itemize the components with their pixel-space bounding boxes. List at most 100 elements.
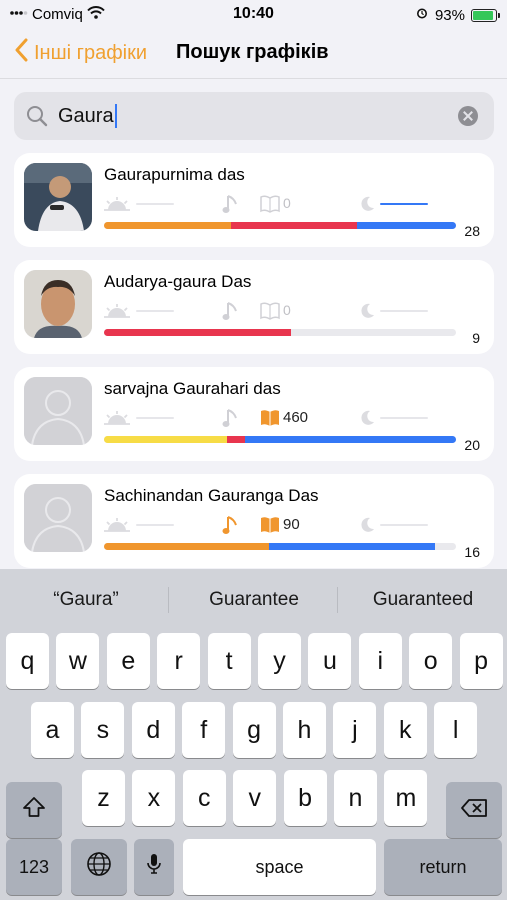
progress-bar — [104, 222, 456, 229]
dash-placeholder — [136, 524, 174, 526]
status-bar: Comviq 10:40 93% — [0, 0, 507, 30]
key-j[interactable]: j — [333, 702, 377, 758]
key-k[interactable]: k — [383, 702, 427, 758]
result-name: Gaurapurnima das — [104, 165, 245, 184]
book-icon — [260, 302, 280, 325]
numbers-key[interactable]: 123 — [6, 839, 62, 895]
globe-key[interactable] — [71, 839, 127, 895]
dash-placeholder — [136, 417, 174, 419]
result-name: Sachinandan Gauranga Das — [104, 486, 319, 505]
music-note-icon — [222, 514, 240, 541]
key-l[interactable]: l — [434, 702, 478, 758]
search-field[interactable]: Gaura — [14, 92, 494, 140]
book-count: 0 — [283, 302, 291, 318]
dash-placeholder — [136, 203, 174, 205]
key-f[interactable]: f — [182, 702, 226, 758]
key-u[interactable]: u — [308, 633, 352, 689]
sunrise-icon — [104, 517, 130, 538]
book-count: 0 — [283, 195, 291, 211]
clear-icon[interactable] — [458, 106, 478, 126]
key-z[interactable]: z — [82, 770, 125, 826]
back-button[interactable]: Інші графіки — [14, 38, 147, 68]
dash-placeholder — [380, 417, 428, 419]
music-note-icon — [222, 407, 240, 434]
progress-segment — [104, 543, 270, 550]
key-o[interactable]: o — [409, 633, 453, 689]
suggestion-bar: “Gaura” Guarantee Guaranteed — [0, 569, 507, 631]
suggestion-item[interactable]: Guaranteed — [343, 589, 503, 611]
key-e[interactable]: e — [106, 633, 150, 689]
suggestion-divider — [168, 587, 169, 613]
key-q[interactable]: q — [6, 633, 49, 689]
key-g[interactable]: g — [232, 702, 276, 758]
suggestion-item[interactable]: “Gaura” — [6, 589, 166, 611]
total-count: 9 — [472, 330, 480, 346]
stats-row: 90 — [104, 514, 484, 536]
key-b[interactable]: b — [283, 770, 327, 826]
progress-bar — [104, 329, 456, 336]
sunrise-icon — [104, 303, 130, 324]
result-card[interactable]: Gaurapurnima das 0 28 — [14, 153, 494, 247]
page-title: Пошук графіків — [176, 41, 329, 63]
globe-icon — [86, 851, 112, 884]
music-note-icon — [222, 193, 240, 220]
suggestion-item[interactable]: Guarantee — [174, 589, 334, 611]
keyboard: “Gaura” Guarantee Guaranteed qwertyuiop a… — [0, 569, 507, 900]
space-key[interactable]: space — [183, 839, 376, 895]
result-card[interactable]: Audarya-gaura Das 0 9 — [14, 260, 494, 354]
key-i[interactable]: i — [358, 633, 402, 689]
progress-segment — [227, 436, 245, 443]
moon-icon — [358, 516, 376, 539]
key-p[interactable]: p — [459, 633, 503, 689]
delete-key[interactable] — [446, 782, 502, 838]
avatar — [24, 377, 92, 445]
key-a[interactable]: a — [31, 702, 74, 758]
progress-segment — [230, 222, 358, 229]
shift-icon — [22, 796, 46, 825]
key-d[interactable]: d — [131, 702, 175, 758]
progress-segment — [104, 436, 228, 443]
stats-row: 0 — [104, 193, 484, 215]
result-card[interactable]: sarvajna Gaurahari das 460 20 — [14, 367, 494, 461]
progress-segment — [104, 329, 291, 336]
key-t[interactable]: t — [207, 633, 251, 689]
dash-placeholder — [380, 203, 428, 205]
key-s[interactable]: s — [81, 702, 125, 758]
search-input[interactable]: Gaura — [58, 105, 114, 128]
book-count: 90 — [283, 516, 300, 533]
dictation-key[interactable] — [134, 839, 174, 895]
shift-key[interactable] — [6, 782, 62, 838]
dash-placeholder — [136, 310, 174, 312]
total-count: 20 — [464, 437, 480, 453]
key-h[interactable]: h — [283, 702, 326, 758]
dash-placeholder — [380, 524, 428, 526]
total-count: 28 — [464, 223, 480, 239]
result-card[interactable]: Sachinandan Gauranga Das 90 16 — [14, 474, 494, 568]
moon-icon — [358, 302, 376, 325]
battery-percent: 93% — [434, 6, 465, 24]
progress-segment — [104, 222, 231, 229]
microphone-icon — [146, 852, 162, 883]
key-w[interactable]: w — [56, 633, 100, 689]
key-m[interactable]: m — [384, 770, 428, 826]
result-name: Audarya-gaura Das — [104, 272, 252, 291]
back-label: Інші графіки — [34, 41, 148, 64]
chevron-left-icon — [14, 38, 28, 68]
alarm-icon — [415, 6, 429, 24]
progress-segment — [244, 436, 456, 443]
avatar — [24, 270, 92, 338]
key-v[interactable]: v — [233, 770, 277, 826]
key-x[interactable]: x — [132, 770, 176, 826]
key-r[interactable]: r — [157, 633, 201, 689]
dash-placeholder — [380, 310, 428, 312]
key-c[interactable]: c — [182, 770, 226, 826]
moon-icon — [358, 195, 376, 218]
return-key[interactable]: return — [384, 839, 502, 895]
stats-row: 460 — [104, 407, 484, 429]
avatar — [24, 484, 92, 552]
battery-icon — [471, 8, 500, 22]
text-caret — [114, 104, 117, 128]
key-n[interactable]: n — [334, 770, 377, 826]
sunrise-icon — [104, 196, 130, 217]
key-y[interactable]: y — [258, 633, 301, 689]
